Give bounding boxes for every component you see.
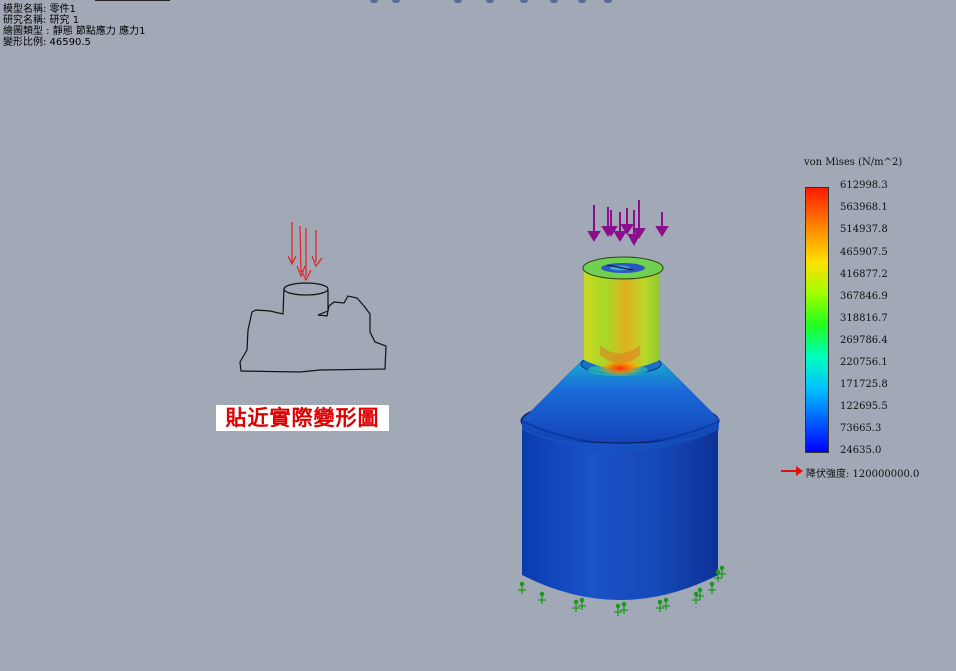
fixture-icon — [518, 581, 526, 594]
load-arrow-icon — [587, 205, 601, 242]
load-arrow-icon — [632, 200, 646, 239]
fixture-icon — [538, 591, 546, 604]
legend-labels: 612998.3 563968.1 514937.8 465907.5 4168… — [840, 180, 910, 460]
legend-value: 220756.1 — [840, 357, 888, 368]
legend-value: 416877.2 — [840, 269, 888, 280]
load-arrow-icon — [655, 212, 669, 237]
load-arrow-icon — [620, 208, 634, 235]
legend-value: 24635.0 — [840, 445, 882, 456]
deformation-sketch — [239, 282, 387, 373]
legend-value: 171725.8 — [840, 379, 888, 390]
legend-color-bar — [805, 187, 829, 453]
fixture-icon — [708, 581, 716, 594]
yield-arrow-icon — [781, 466, 803, 476]
fea-model[interactable] — [520, 256, 720, 600]
legend-value: 563968.1 — [840, 202, 888, 213]
deformation-caption: 貼近實際變形圖 — [216, 405, 389, 431]
legend-value: 73665.3 — [840, 423, 882, 434]
sketch-load-arrows — [287, 222, 323, 282]
legend-value: 514937.8 — [840, 224, 888, 235]
legend-value: 269786.4 — [840, 335, 888, 346]
legend-value: 612998.3 — [840, 180, 888, 191]
legend-value: 465907.5 — [840, 247, 888, 258]
legend-value: 318816.7 — [840, 313, 888, 324]
legend-value: 367846.9 — [840, 291, 888, 302]
fixture-icon — [692, 591, 700, 604]
yield-strength-label: 降伏強度: 120000000.0 — [806, 469, 920, 480]
load-arrows — [587, 200, 669, 247]
legend-title: von Mises (N/m^2) — [804, 157, 903, 168]
legend-value: 122695.5 — [840, 401, 888, 412]
